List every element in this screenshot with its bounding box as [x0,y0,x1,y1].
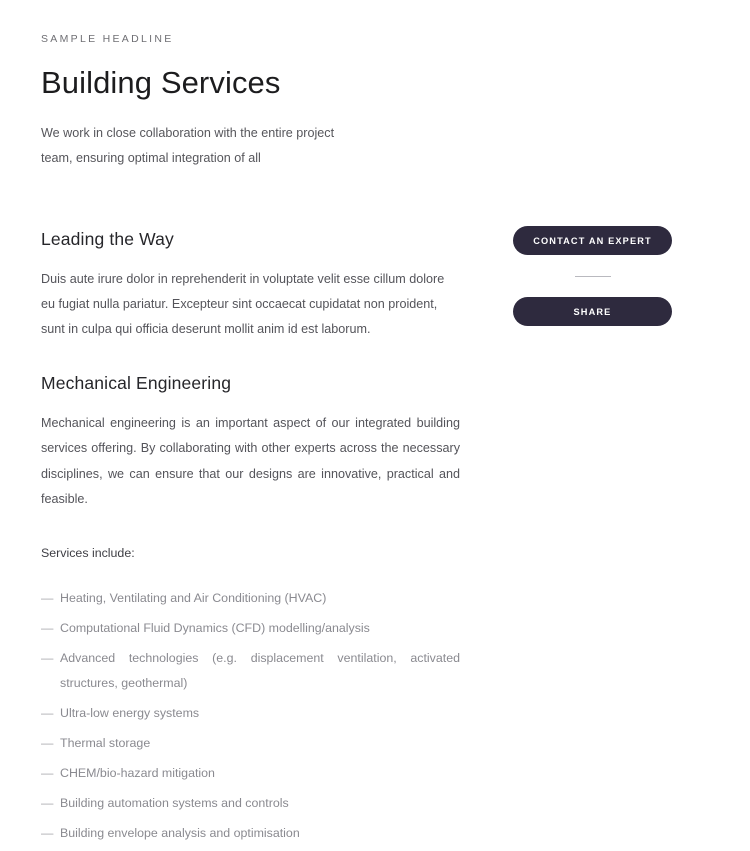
sidebar-actions: CONTACT AN EXPERT SHARE [513,226,672,326]
list-item-label: Computational Fluid Dynamics (CFD) model… [60,620,370,635]
button-divider [574,276,611,277]
services-label: Services include: [41,545,135,560]
list-item: — Advanced technologies (e.g. displaceme… [41,646,460,697]
dash-icon: — [41,735,54,750]
dash-icon: — [41,650,54,665]
section-body: Mechanical engineering is an important a… [41,416,460,506]
contact-an-expert-button[interactable]: CONTACT AN EXPERT [513,226,672,255]
dash-icon: — [41,590,54,605]
list-item-label: Heating, Ventilating and Air Conditionin… [60,590,327,605]
dash-icon: — [41,706,54,721]
list-item-label: Ultra-low energy systems [60,706,200,721]
list-item: — Building automation systems and contro… [41,791,460,816]
list-item-label: Building automation systems and controls [60,795,289,810]
dash-icon: — [41,825,54,840]
list-item-label: Thermal storage [60,735,151,750]
section-body: Duis aute irure dolor in reprehenderit i… [41,271,445,337]
article-content: SAMPLE HEADLINE Building Services We wor… [41,0,460,851]
list-item: — Computational Fluid Dynamics (CFD) mod… [41,616,460,641]
eyebrow-label: SAMPLE HEADLINE [41,33,174,45]
intro-paragraph: We work in close collaboration with the … [41,126,335,165]
page-title: Building Services [41,64,281,100]
list-item: — Ultra-low energy systems [41,701,460,726]
section-leading-the-way: Leading the Way Duis aute irure dolor in… [41,228,460,342]
section-heading: Mechanical Engineering [41,373,232,394]
services-list: — Heating, Ventilating and Air Condition… [41,586,460,846]
share-button[interactable]: SHARE [513,297,672,326]
list-item-label: Advanced technologies (e.g. displacement… [60,650,460,691]
list-item-label: Building envelope analysis and optimisat… [60,825,300,840]
list-item: — Building envelope analysis and optimis… [41,821,460,846]
list-item: — Heating, Ventilating and Air Condition… [41,586,460,611]
dash-icon: — [41,620,54,635]
page-root: SAMPLE HEADLINE Building Services We wor… [0,0,750,840]
list-item: — Thermal storage [41,731,460,756]
dash-icon: — [41,795,54,810]
section-mechanical-engineering: Mechanical Engineering Mechanical engine… [41,372,460,512]
section-heading: Leading the Way [41,229,174,250]
list-item-label: CHEM/bio-hazard mitigation [60,765,215,780]
list-item: — CHEM/bio-hazard mitigation [41,761,460,786]
dash-icon: — [41,765,54,780]
